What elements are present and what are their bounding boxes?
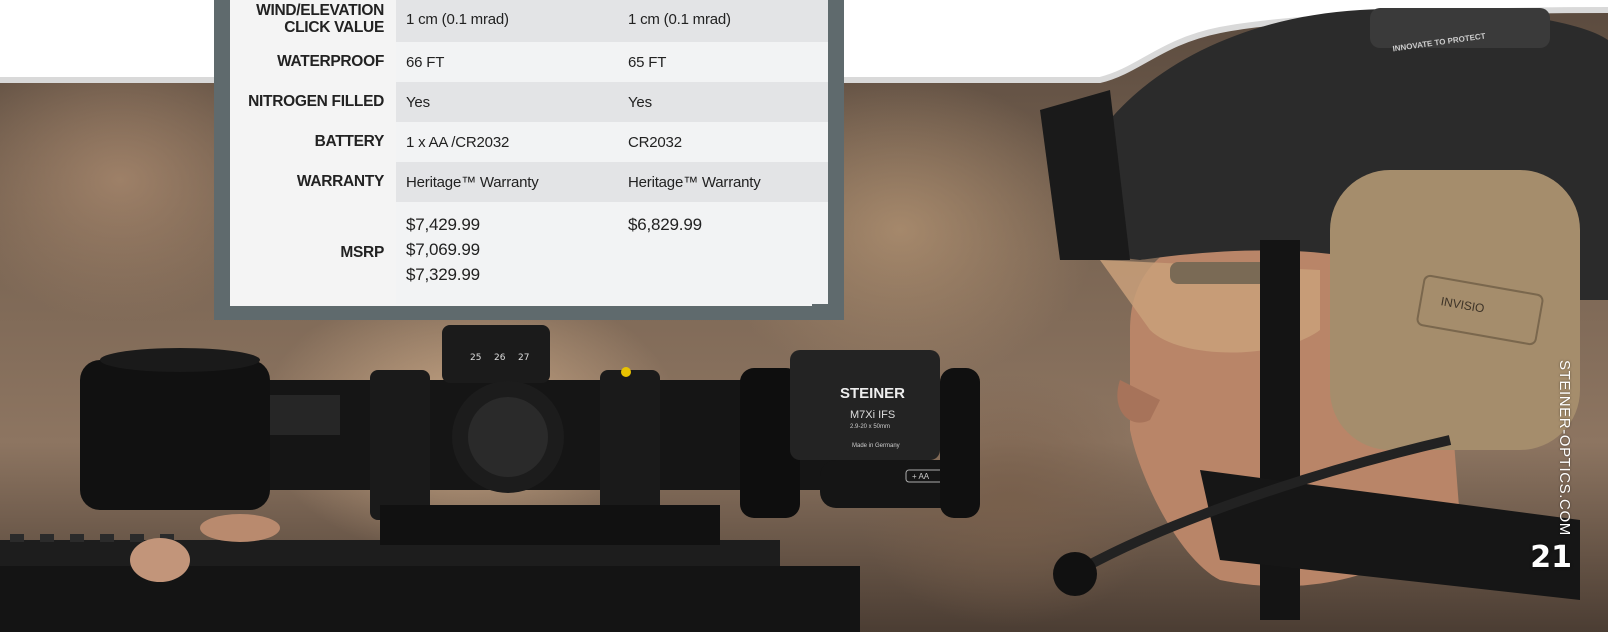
table-row: WIND/ELEVATION CLICK VALUE 1 cm (0.1 mra… — [230, 0, 828, 42]
svg-text:27: 27 — [518, 353, 529, 363]
table-row-msrp: MSRP $7,429.99 $7,069.99 $7,329.99 $6,82… — [230, 202, 828, 304]
battery-marking-text: + AA — [912, 472, 930, 481]
row-label: WATERPROOF — [230, 42, 396, 82]
row-value-col2: CR2032 — [612, 122, 828, 162]
row-value-col1: 1 x AA /CR2032 — [396, 122, 612, 162]
table-row: WATERPROOF 66 FT 65 FT — [230, 42, 828, 82]
svg-text:25: 25 — [470, 353, 481, 363]
row-value-col2: Yes — [612, 82, 828, 122]
msrp-price: $6,829.99 — [628, 215, 702, 234]
row-value-col2: 65 FT — [612, 42, 828, 82]
row-label: WARRANTY — [230, 162, 396, 202]
row-label-text: WIND/ELEVATION CLICK VALUE — [256, 2, 384, 36]
row-value-col1: 66 FT — [396, 42, 612, 82]
msrp-col1: $7,429.99 $7,069.99 $7,329.99 — [396, 202, 612, 304]
svg-text:26: 26 — [494, 353, 506, 363]
row-value-col1: Heritage™ Warranty — [396, 162, 612, 202]
spec-table-panel: WIND/ELEVATION CLICK VALUE 1 cm (0.1 mra… — [214, 0, 844, 320]
row-value-col2: Heritage™ Warranty — [612, 162, 828, 202]
spec-table: WIND/ELEVATION CLICK VALUE 1 cm (0.1 mra… — [230, 0, 828, 304]
page-number: 21 — [1530, 540, 1572, 575]
site-url: STEINER-OPTICS.COM — [1556, 360, 1573, 536]
scope-brand-text: STEINER — [840, 385, 905, 402]
row-value-col1: 1 cm (0.1 mrad) — [396, 0, 612, 42]
scope-spec-text: 2.9-20 x 50mm — [850, 424, 890, 430]
msrp-col2: $6,829.99 — [612, 202, 828, 304]
row-label: BATTERY — [230, 122, 396, 162]
row-value-col1: Yes — [396, 82, 612, 122]
table-row: WARRANTY Heritage™ Warranty Heritage™ Wa… — [230, 162, 828, 202]
spec-table-card: WIND/ELEVATION CLICK VALUE 1 cm (0.1 mra… — [230, 0, 828, 306]
scope-origin-text: Made in Germany — [852, 443, 900, 449]
msrp-price: $7,329.99 — [406, 265, 480, 284]
msrp-price: $7,429.99 — [406, 215, 480, 234]
rifle-scope-image: 25 26 27 STEINER M7Xi IFS 2.9-20 x 50mm Ma… — [0, 325, 980, 632]
msrp-label: MSRP — [230, 202, 396, 304]
msrp-price: $7,069.99 — [406, 240, 480, 259]
table-row: NITROGEN FILLED Yes Yes — [230, 82, 828, 122]
row-label: WIND/ELEVATION CLICK VALUE — [230, 0, 396, 42]
operator-image: INNOVATE TO PROTECT INVISIO — [1040, 8, 1608, 620]
row-value-col2: 1 cm (0.1 mrad) — [612, 0, 828, 42]
scope-model-text: M7Xi IFS — [850, 409, 895, 421]
row-label: NITROGEN FILLED — [230, 82, 396, 122]
table-row: BATTERY 1 x AA /CR2032 CR2032 — [230, 122, 828, 162]
